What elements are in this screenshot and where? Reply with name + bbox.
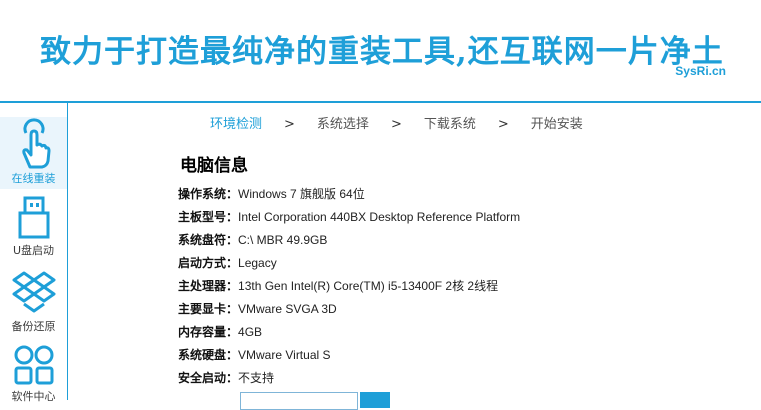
info-row-motherboard: 主板型号：Intel Corporation 440BX Desktop Ref… bbox=[178, 208, 520, 231]
sidebar-item-backup-restore[interactable]: 备份还原 bbox=[0, 269, 67, 339]
info-key: 系统硬盘： bbox=[178, 348, 239, 362]
step-system-select: 系统选择 bbox=[316, 117, 369, 132]
info-value: 不支持 bbox=[238, 371, 275, 385]
browse-button[interactable] bbox=[360, 392, 390, 408]
sidebar-item-label: 在线重装 bbox=[11, 172, 56, 185]
info-row-boot-mode: 启动方式：Legacy bbox=[178, 254, 520, 277]
sidebar: 在线重装 U盘启动 备份还原 软件中心 bbox=[0, 103, 68, 403]
step-download-system: 下载系统 bbox=[423, 117, 476, 132]
info-value: VMware Virtual S bbox=[238, 348, 331, 362]
touch-hand-icon bbox=[21, 118, 50, 169]
info-key: 主板型号： bbox=[178, 210, 239, 224]
sidebar-item-label: U盘启动 bbox=[12, 244, 55, 257]
usb-drive-icon bbox=[18, 196, 49, 239]
sidebar-item-label: 软件中心 bbox=[11, 390, 56, 403]
info-row-gpu: 主要显卡：VMware SVGA 3D bbox=[178, 300, 520, 323]
step-start-install: 开始安装 bbox=[530, 117, 583, 132]
sidebar-item-label: 备份还原 bbox=[11, 320, 56, 333]
dropbox-box-icon bbox=[12, 271, 55, 313]
sidebar-item-software-center[interactable]: 软件中心 bbox=[0, 343, 67, 403]
section-title: 电脑信息 bbox=[180, 156, 248, 176]
step-env-check: 环境检测 bbox=[210, 117, 263, 132]
chevron-right-icon: > bbox=[284, 117, 295, 132]
chevron-right-icon: > bbox=[390, 117, 402, 132]
step-progress: 环境检测 > 系统选择 > 下载系统 > 开始安装 bbox=[210, 113, 583, 132]
info-key: 启动方式： bbox=[178, 256, 239, 270]
sidebar-item-online-reinstall[interactable]: 在线重装 bbox=[0, 117, 67, 189]
info-row-os: 操作系统：Windows 7 旗舰版 64位 bbox=[178, 185, 520, 208]
site-name: SysRi.cn bbox=[675, 64, 726, 78]
info-value: 13th Gen Intel(R) Core(TM) i5-13400F 2核 … bbox=[238, 279, 499, 293]
apps-grid-icon bbox=[14, 345, 53, 385]
info-value: Legacy bbox=[238, 256, 277, 270]
info-row-disk: 系统硬盘：VMware Virtual S bbox=[178, 346, 520, 369]
info-row-cpu: 主处理器：13th Gen Intel(R) Core(TM) i5-13400… bbox=[178, 277, 520, 300]
info-value: VMware SVGA 3D bbox=[238, 302, 337, 316]
chevron-right-icon: > bbox=[497, 117, 509, 132]
sidebar-item-usb-boot[interactable]: U盘启动 bbox=[0, 195, 67, 265]
info-row-memory: 内存容量：4GB bbox=[178, 323, 520, 346]
info-value: Windows 7 旗舰版 64位 bbox=[238, 187, 365, 201]
info-key: 内存容量： bbox=[178, 325, 239, 339]
header-slogan: 致力于打造最纯净的重装工具,还互联网一片净土 bbox=[40, 34, 724, 70]
info-row-secure-boot: 安全启动：不支持 bbox=[178, 369, 520, 392]
info-key: 系统盘符： bbox=[178, 233, 239, 247]
path-input[interactable] bbox=[240, 392, 358, 410]
info-key: 主要显卡： bbox=[178, 302, 239, 316]
info-key: 主处理器： bbox=[178, 279, 239, 293]
info-value: Intel Corporation 440BX Desktop Referenc… bbox=[238, 210, 521, 224]
info-row-system-drive: 系统盘符：C:\ MBR 49.9GB bbox=[178, 231, 520, 254]
computer-info-list: 操作系统：Windows 7 旗舰版 64位 主板型号：Intel Corpor… bbox=[178, 185, 520, 392]
info-value: 4GB bbox=[238, 325, 263, 339]
info-key: 操作系统： bbox=[178, 187, 239, 201]
info-key: 安全启动： bbox=[178, 371, 239, 385]
header-banner: 致力于打造最纯净的重装工具,还互联网一片净土 SysRi.cn bbox=[0, 0, 761, 101]
info-value: C:\ MBR 49.9GB bbox=[238, 233, 328, 247]
header-divider bbox=[0, 101, 761, 103]
